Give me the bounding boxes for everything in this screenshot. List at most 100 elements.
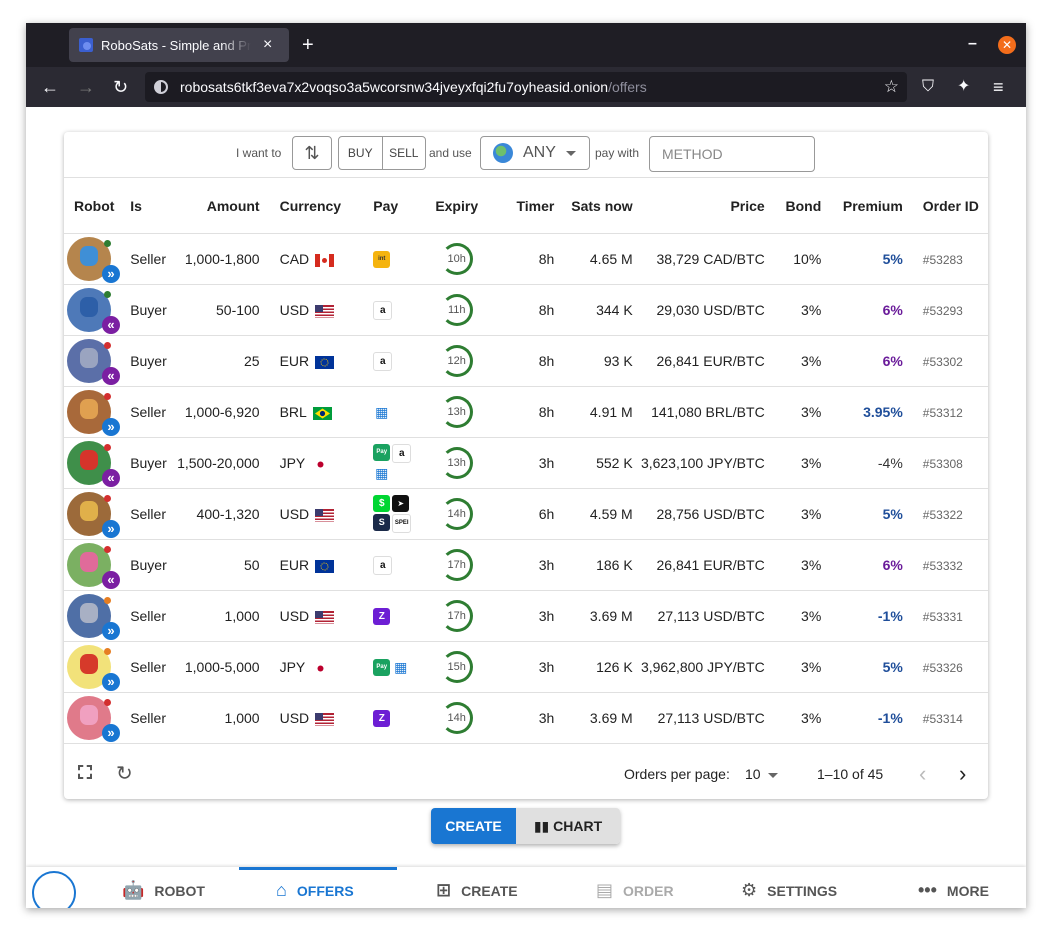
flag-jp-icon bbox=[317, 461, 324, 468]
currency-code: USD bbox=[279, 506, 310, 522]
status-dot bbox=[104, 699, 111, 706]
premium: 3.95% bbox=[863, 404, 903, 420]
table-row[interactable]: » Seller 1,000-1,800 CAD int 10h 8h 4.65… bbox=[64, 234, 988, 285]
timer: 6h bbox=[538, 506, 555, 522]
zelle-icon: Z bbox=[373, 607, 391, 625]
col-is[interactable]: Is bbox=[130, 178, 171, 234]
table-row[interactable]: » Seller 1,000-6,920 BRL ▦ 13h 8h 4.91 M… bbox=[64, 387, 988, 438]
nav-more-label: MORE bbox=[946, 882, 989, 899]
previous-page-icon[interactable]: ‹ bbox=[919, 761, 926, 787]
robot-avatar[interactable]: » bbox=[67, 390, 120, 436]
sell-button[interactable]: SELL bbox=[383, 137, 426, 169]
status-dot bbox=[104, 342, 111, 349]
col-robot[interactable]: Robot bbox=[64, 178, 130, 234]
table-header-row: Robot Is Amount Currency Pay Expiry Time… bbox=[64, 177, 988, 234]
amazon-it-icon: a bbox=[373, 555, 393, 575]
forward-icon[interactable]: → bbox=[77, 77, 95, 97]
browser-tab[interactable]: RoboSats - Simple and Private × bbox=[69, 28, 289, 62]
reload-icon[interactable]: ↻ bbox=[113, 77, 128, 97]
robot-avatar[interactable]: « bbox=[67, 441, 120, 487]
create-order-button[interactable]: CREATE bbox=[431, 808, 516, 844]
buyer-badge-icon: « bbox=[102, 571, 120, 589]
window-close-icon[interactable]: ✕ bbox=[998, 36, 1016, 54]
method-input[interactable]: METHOD bbox=[649, 136, 815, 172]
onion-icon bbox=[154, 80, 168, 94]
nav-offers-label: OFFERS bbox=[296, 882, 354, 899]
tab-title: RoboSats - Simple and Private bbox=[101, 37, 251, 53]
swap-direction-button[interactable]: ⇅ bbox=[292, 136, 332, 170]
col-currency[interactable]: Currency bbox=[260, 178, 362, 234]
magic-wand-icon[interactable]: ✦ bbox=[957, 77, 970, 97]
price: 3,623,100 JPY/BTC bbox=[640, 455, 765, 471]
buy-button[interactable]: BUY bbox=[339, 137, 383, 169]
robot-avatar[interactable]: » bbox=[67, 696, 120, 742]
amount: 1,000-6,920 bbox=[184, 404, 260, 420]
robot-avatar[interactable]: « bbox=[67, 288, 120, 334]
col-premium[interactable]: Premium bbox=[821, 178, 903, 234]
nav-settings[interactable]: ⚙ SETTINGS bbox=[741, 880, 837, 901]
shield-icon[interactable]: ⛉ bbox=[922, 77, 934, 97]
table-row[interactable]: « Buyer 50 EUR a 17h 3h 186 K 26,841 EUR… bbox=[64, 540, 988, 591]
nav-robot[interactable]: 🤖 ROBOT bbox=[122, 880, 205, 901]
table-row[interactable]: « Buyer 25 EUR a 12h 8h 93 K 26,841 EUR/… bbox=[64, 336, 988, 387]
seller-badge-icon: » bbox=[102, 622, 120, 640]
col-bond[interactable]: Bond bbox=[765, 178, 822, 234]
order-type: Seller bbox=[130, 404, 166, 420]
currency-select[interactable]: ANY bbox=[480, 136, 590, 170]
fullscreen-icon[interactable] bbox=[78, 765, 92, 779]
order-type: Seller bbox=[130, 251, 166, 267]
status-dot bbox=[104, 291, 111, 298]
col-pay[interactable]: Pay bbox=[361, 178, 422, 234]
currency-code: USD bbox=[279, 302, 310, 318]
robot-avatar[interactable]: « bbox=[67, 339, 120, 385]
bond: 3% bbox=[801, 659, 822, 675]
table-row[interactable]: « Buyer 1,500-20,000 JPY Pay a ▦ 13h 3h 55… bbox=[64, 438, 988, 489]
table-row[interactable]: » Seller 1,000 USD Z 14h 3h 3.69 M 27,11… bbox=[64, 693, 988, 744]
table-row[interactable]: » Seller 1,000-5,000 JPY Pay ▦ 15h 3h 126… bbox=[64, 642, 988, 693]
table-row[interactable]: » Seller 400-1,320 USD $ ➤ S SPEI 14h 6h 4.… bbox=[64, 489, 988, 540]
nav-order[interactable]: ▤ ORDER bbox=[596, 880, 674, 901]
robot-avatar[interactable]: » bbox=[67, 492, 120, 538]
col-amount[interactable]: Amount bbox=[172, 178, 260, 234]
close-tab-icon[interactable]: × bbox=[263, 36, 272, 54]
expiry-timer: 17h bbox=[440, 600, 473, 632]
robosats-logo[interactable] bbox=[32, 871, 76, 908]
col-timer[interactable]: Timer bbox=[491, 178, 554, 234]
order-id: #53302 bbox=[922, 355, 963, 369]
bookmark-star-icon[interactable]: ☆ bbox=[884, 77, 899, 97]
premium: 6% bbox=[882, 302, 903, 318]
order-type: Buyer bbox=[130, 302, 167, 318]
col-price[interactable]: Price bbox=[633, 178, 764, 234]
back-icon[interactable]: ← bbox=[41, 77, 59, 97]
expiry-timer: 12h bbox=[440, 345, 473, 377]
col-sats-now[interactable]: Sats now bbox=[554, 178, 632, 234]
robot-avatar[interactable]: » bbox=[67, 237, 120, 283]
robot-avatar[interactable]: » bbox=[67, 594, 120, 640]
bond: 3% bbox=[801, 557, 822, 573]
col-order-id[interactable]: Order ID bbox=[903, 178, 988, 234]
nav-offers[interactable]: ⌂ OFFERS bbox=[276, 880, 354, 901]
nav-more[interactable]: ••• MORE bbox=[918, 880, 989, 901]
chart-button[interactable]: ▮▮ CHART bbox=[516, 808, 620, 844]
url-bar[interactable]: robosats6tkf3eva7x2voqso3a5wcorsnw34jvey… bbox=[145, 72, 907, 102]
premium: 5% bbox=[882, 251, 903, 267]
menu-icon[interactable]: ≡ bbox=[993, 77, 1004, 97]
robot-avatar[interactable]: « bbox=[67, 543, 120, 589]
refresh-icon[interactable]: ↻ bbox=[116, 761, 133, 786]
col-expiry[interactable]: Expiry bbox=[422, 178, 491, 234]
table-row[interactable]: « Buyer 50-100 USD a 11h 8h 344 K 29,030… bbox=[64, 285, 988, 336]
next-page-icon[interactable]: › bbox=[959, 761, 966, 787]
orders-per-page-select[interactable]: 10 bbox=[745, 766, 761, 782]
currency-code: EUR bbox=[279, 557, 310, 573]
url-host: robosats6tkf3eva7x2voqso3a5wcorsnw34jvey… bbox=[180, 79, 609, 95]
nav-create[interactable]: ⊞ CREATE bbox=[436, 880, 518, 901]
amount: 1,000 bbox=[224, 608, 260, 624]
strike-icon: S bbox=[373, 514, 391, 531]
chart-button-label: CHART bbox=[553, 818, 603, 834]
minimize-icon[interactable]: – bbox=[968, 35, 977, 53]
bond: 3% bbox=[801, 404, 822, 420]
amount: 400-1,320 bbox=[196, 506, 260, 522]
robot-avatar[interactable]: » bbox=[67, 645, 120, 691]
table-row[interactable]: » Seller 1,000 USD Z 17h 3h 3.69 M 27,11… bbox=[64, 591, 988, 642]
new-tab-button[interactable]: + bbox=[302, 34, 314, 56]
